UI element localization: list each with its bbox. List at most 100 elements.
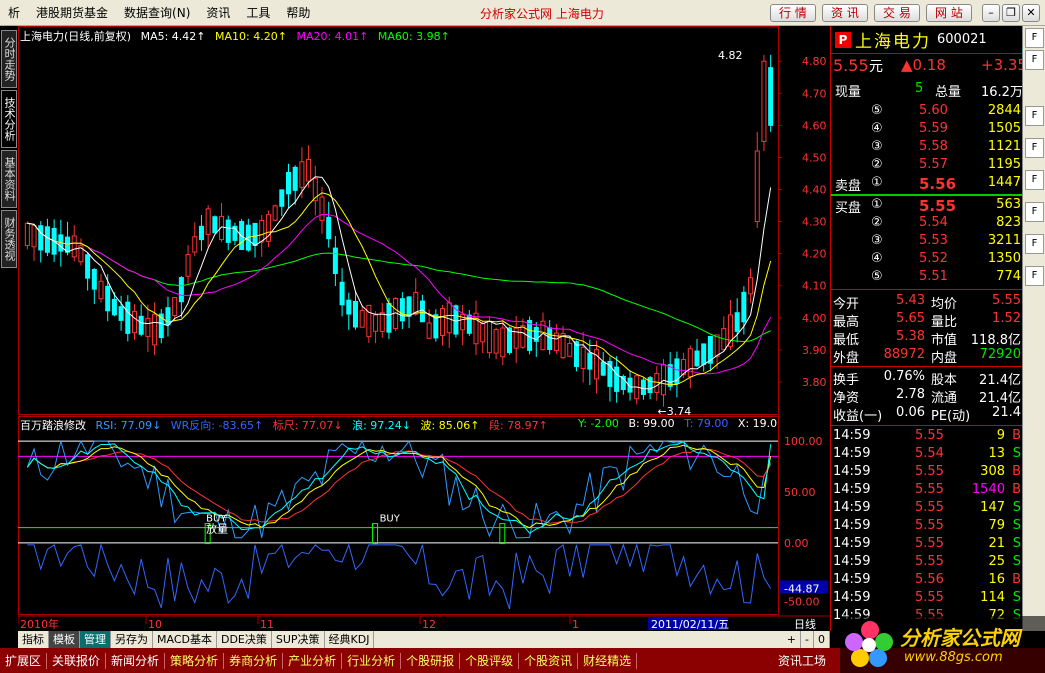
tick-vol: 13 (988, 446, 1005, 461)
candle-body (239, 220, 245, 251)
tab-broker[interactable]: 券商分析 (224, 652, 284, 669)
restore-icon[interactable]: ❐ (1002, 4, 1020, 22)
tab-financials[interactable]: 财务透视 (1, 210, 17, 268)
tab-sector[interactable]: 行业分析 (342, 652, 402, 669)
site-logo: 分析家公式网 www.88gs.com (840, 616, 1045, 673)
ma5-label: MA5: 4.42↑ (140, 30, 206, 43)
strip-tab[interactable]: F (1025, 170, 1044, 190)
tab-related-quotes[interactable]: 关联报价 (47, 652, 107, 669)
stat-label: 净资 (833, 391, 860, 406)
ruler-label: 标尺: 77.07↓ (272, 419, 343, 432)
manage-button[interactable]: 管理 (80, 631, 111, 648)
candle-body (192, 236, 198, 253)
menu-item-data-query[interactable]: 数据查询(N) (116, 4, 198, 21)
wave-label: 浪: 97.24↓ (352, 419, 412, 432)
candle-body (580, 346, 586, 369)
y-label: Y: -2.00 (578, 417, 619, 430)
menu-item-news[interactable]: 资讯 (198, 4, 238, 21)
close-icon[interactable]: ✕ (1022, 4, 1040, 22)
dde-button[interactable]: DDE决策 (217, 631, 272, 648)
candle-body (527, 319, 533, 351)
candle-body (500, 327, 506, 358)
tab-news-analysis[interactable]: 新闻分析 (106, 652, 166, 669)
tick-row: 14:59 5.55 308 B (831, 464, 1023, 482)
tick-price: 5.55 (915, 554, 944, 569)
candle-body (493, 329, 499, 354)
website-button[interactable]: 网 站 (926, 4, 972, 22)
candle-body (286, 171, 292, 195)
candle-body (567, 342, 573, 357)
candle-body (44, 226, 50, 253)
tab-intraday[interactable]: 分时走势 (1, 30, 17, 88)
ma20-label: MA20: 4.01↑ (296, 30, 369, 43)
tick-price: 5.55 (915, 590, 944, 605)
price-tick-label: 3.80 (802, 376, 827, 389)
tick-side: S (1012, 590, 1021, 605)
b-label: B: 99.00 (628, 417, 675, 430)
ma-legend: 上海电力(日线,前复权) MA5: 4.42↑ MA10: 4.20↑ MA20… (20, 28, 456, 44)
strip-tab[interactable]: F (1025, 138, 1044, 158)
buy-label: BUY (380, 514, 401, 525)
price-tick-label: 4.60 (802, 119, 827, 132)
tab-research[interactable]: 个股研报 (401, 652, 461, 669)
tick-time: 14:59 (833, 518, 871, 533)
zoom-in-button[interactable]: + (783, 631, 802, 648)
candle-body (440, 308, 446, 337)
kline-chart[interactable]: 4.80 4.70 4.60 4.50 4.40 4.30 4.20 4.10 4.00 3.90… (18, 26, 830, 631)
tick-row: 14:59 5.54 13 S (831, 446, 1023, 464)
cursor-date-label: 2011/02/11/五 (651, 618, 729, 631)
tab-industry-chain[interactable]: 产业分析 (283, 652, 343, 669)
strip-tab[interactable]: F (1025, 106, 1044, 126)
tab-rating[interactable]: 个股评级 (460, 652, 520, 669)
save-as-button[interactable]: 另存为 (111, 631, 153, 648)
tab-finance-picks[interactable]: 财经精选 (578, 652, 638, 669)
indicator-xyz: Y: -2.00 B: 99.00 T: 79.00 X: 19.0 (578, 417, 783, 430)
strip-tab[interactable]: F (1025, 234, 1044, 254)
volume-label: 放量 (206, 522, 228, 536)
candle-body (614, 366, 620, 392)
last-price: 5.55 (833, 56, 869, 75)
quotes-button[interactable]: 行 情 (770, 4, 816, 22)
strip-tab[interactable]: F (1025, 266, 1044, 286)
trade-button[interactable]: 交 易 (874, 4, 920, 22)
tick-time: 14:59 (833, 464, 871, 479)
menu-item-help[interactable]: 帮助 (278, 4, 318, 21)
strip-tab[interactable]: F (1025, 202, 1044, 222)
tab-technical[interactable]: 技术分析 (1, 90, 17, 148)
chart-area[interactable]: 4.80 4.70 4.60 4.50 4.40 4.30 4.20 4.10 4.00 3.90… (18, 26, 830, 631)
price-tick-label: 3.90 (802, 344, 827, 357)
tab-fundamentals[interactable]: 基本资料 (1, 150, 17, 208)
sup-button[interactable]: SUP决策 (272, 631, 325, 648)
tab-extension[interactable]: 扩展区 (0, 652, 48, 669)
ask-price: 5.56 (919, 175, 957, 193)
bid-row: ④ 5.52 1350 (831, 251, 1023, 269)
menu-item-hk-futures[interactable]: 港股期货基金 (28, 4, 116, 21)
menu-item-tools[interactable]: 工具 (238, 4, 278, 21)
tick-vol: 79 (988, 518, 1005, 533)
news-button[interactable]: 资 讯 (822, 4, 868, 22)
macd-button[interactable]: MACD基本 (153, 631, 217, 648)
candle-body (480, 323, 486, 343)
vertical-tabs: 分时走势 技术分析 基本资料 财务透视 (0, 26, 18, 631)
bid-vol: 823 (996, 215, 1021, 230)
bid-price: 5.51 (919, 269, 948, 284)
ma60-label: MA60: 3.98↑ (377, 30, 450, 43)
stat-value: 5.43 (896, 293, 925, 308)
stat-label: 量比 (931, 315, 958, 330)
tick-vol: 114 (980, 590, 1005, 605)
template-button[interactable]: 模板 (49, 631, 80, 648)
strip-tab[interactable]: F (1025, 50, 1044, 70)
menu-item-analysis[interactable]: 析 (0, 4, 28, 21)
tick-vol: 147 (980, 500, 1005, 515)
info-workshop-button[interactable]: 资讯工场 (778, 652, 826, 669)
ask-price: 5.57 (919, 157, 948, 172)
tab-strategy[interactable]: 策略分析 (165, 652, 225, 669)
minimize-icon[interactable]: – (982, 4, 1000, 22)
kdj-button[interactable]: 经典KDJ (325, 631, 375, 648)
candle-body (768, 67, 774, 126)
strip-tab[interactable]: F (1025, 28, 1044, 48)
indicator-button[interactable]: 指标 (18, 631, 49, 648)
zoom-out-button[interactable]: - (801, 631, 814, 648)
reset-zoom-button[interactable]: 0 (814, 631, 830, 648)
tab-stock-news[interactable]: 个股资讯 (519, 652, 579, 669)
